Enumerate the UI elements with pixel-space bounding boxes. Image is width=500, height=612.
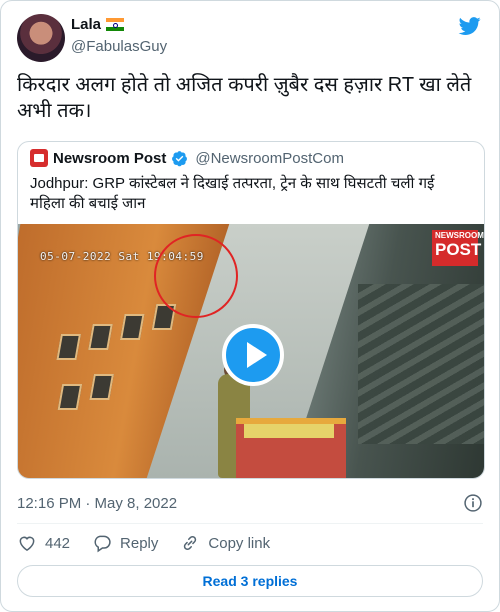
copy-link-button[interactable]: Copy link	[180, 533, 270, 553]
tweet-meta: 12:16 PM · May 8, 2022	[17, 493, 483, 513]
quote-header: Newsroom Post @NewsroomPostCom	[30, 149, 344, 167]
tweet-timestamp[interactable]: 12:16 PM · May 8, 2022	[17, 495, 177, 512]
divider	[17, 523, 483, 524]
play-icon[interactable]	[222, 324, 284, 386]
quote-source-name: Newsroom Post	[53, 149, 167, 167]
copy-link-label: Copy link	[208, 534, 271, 552]
tweet-text: किरदार अलग होते तो अजित कपरी ज़ुबैर दस ह…	[17, 74, 472, 122]
twitter-bird-icon[interactable]	[457, 15, 483, 37]
tweet-card: Lala @FabulasGuy किरदार अलग होते तो अजित…	[0, 0, 500, 612]
reply-icon	[94, 535, 111, 553]
stairs-image	[358, 284, 484, 444]
newsroom-post-watermark: NEWSROOM POST	[432, 230, 484, 266]
newsroom-post-logo-icon	[30, 149, 48, 167]
like-count: 442	[45, 534, 71, 552]
avatar[interactable]	[17, 14, 65, 62]
verified-badge-icon	[172, 150, 188, 166]
india-flag-icon	[106, 18, 125, 31]
reply-button[interactable]: Reply	[92, 533, 158, 553]
video-thumbnail[interactable]: 05-07-2022 Sat 19:04:59 NEWSROOM POST	[18, 224, 484, 478]
highlight-circle	[154, 234, 238, 318]
info-icon[interactable]	[463, 493, 483, 513]
action-bar: 442 Reply Copy link	[17, 533, 270, 553]
author-handle[interactable]: @FabulasGuy	[71, 38, 167, 55]
quote-handle: @NewsroomPostCom	[195, 149, 344, 167]
author-row: Lala	[71, 16, 125, 33]
author-name[interactable]: Lala	[71, 16, 101, 33]
like-button[interactable]: 442	[17, 533, 70, 553]
read-replies-button[interactable]: Read 3 replies	[17, 565, 483, 597]
stall-goods-image	[244, 424, 334, 438]
reply-label: Reply	[120, 534, 159, 552]
quoted-tweet[interactable]: Newsroom Post @NewsroomPostCom Jodhpur: …	[17, 141, 485, 479]
quote-text: Jodhpur: GRP कांस्टेबल ने दिखाई तत्परता,…	[30, 175, 435, 212]
link-icon	[184, 535, 197, 551]
heart-icon	[19, 536, 35, 551]
